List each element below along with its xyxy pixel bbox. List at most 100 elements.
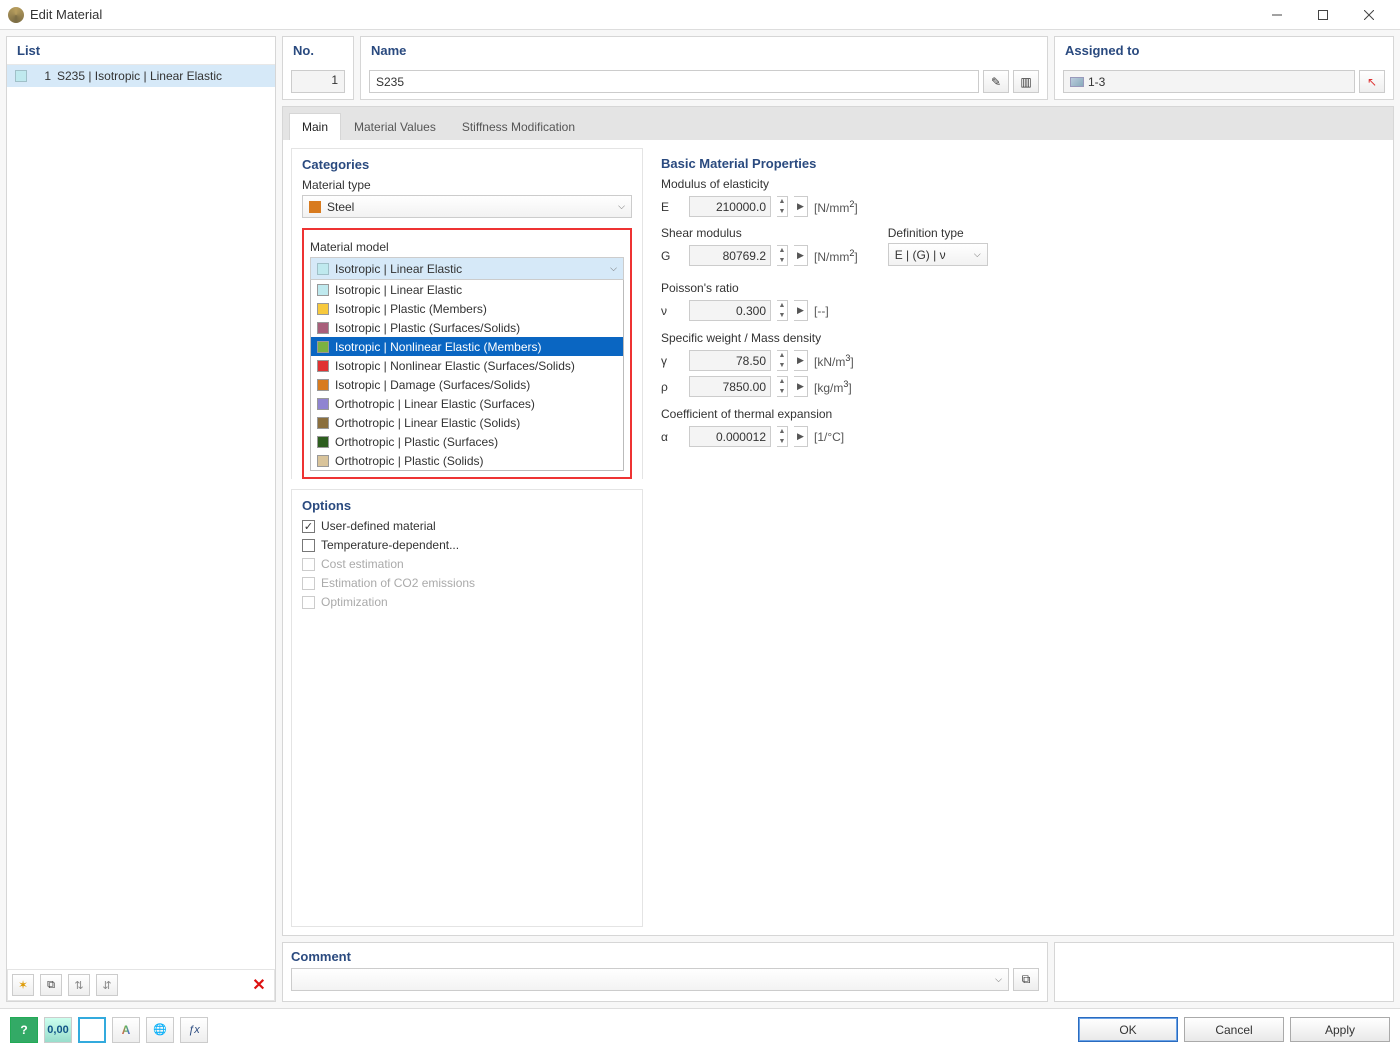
comment-panel: Comment ⌵ ⧉ [282,942,1048,1002]
model-option[interactable]: Orthotropic | Linear Elastic (Surfaces) [311,394,623,413]
e-spinner[interactable]: ▲▼ [777,196,788,217]
comment-input[interactable]: ⌵ [291,968,1009,991]
model-option[interactable]: Orthotropic | Plastic (Solids) [311,451,623,470]
material-model-label: Material model [310,240,624,254]
cancel-button[interactable]: Cancel [1184,1017,1284,1042]
text-button[interactable]: A [112,1017,140,1043]
material-model-dropdown[interactable]: Isotropic | Linear Elastic ⌵ [310,257,624,280]
alpha-spinner[interactable]: ▲▼ [777,426,788,447]
def-type-label: Definition type [888,226,988,240]
duplicate-button[interactable]: ⧉ [40,974,62,996]
gamma-input[interactable] [689,350,771,371]
list-item[interactable]: 1 S235 | Isotropic | Linear Elastic [7,65,275,87]
e-symbol: E [661,200,683,214]
model-option[interactable]: Isotropic | Nonlinear Elastic (Members) [311,337,623,356]
g-unit: [N/mm2] [814,248,858,264]
g-symbol: G [661,249,683,263]
e-menu-button[interactable]: ▶ [794,196,808,217]
name-panel: Name ✎ ▥ [360,36,1048,100]
apply-button[interactable]: Apply [1290,1017,1390,1042]
gamma-spinner[interactable]: ▲▼ [777,350,788,371]
properties-group: Basic Material Properties Modulus of ela… [651,148,1385,460]
help-button[interactable]: ? [10,1017,38,1043]
list-item-label: S235 | Isotropic | Linear Elastic [57,69,222,83]
alpha-symbol: α [661,430,683,444]
titlebar: Edit Material [0,0,1400,30]
option-co2: Estimation of CO2 emissions [302,576,632,590]
tab-panel: Main Material Values Stiffness Modificat… [282,106,1394,936]
comment-header: Comment [291,949,1039,968]
nu-spinner[interactable]: ▲▼ [777,300,788,321]
chevron-down-icon: ⌵ [974,249,981,260]
ok-button[interactable]: OK [1078,1017,1178,1042]
delete-button[interactable]: ✕ [248,974,270,996]
nu-unit: [--] [814,304,829,318]
g-label: Shear modulus [661,226,858,240]
name-input[interactable] [369,70,979,93]
chevron-down-icon: ⌵ [995,974,1002,985]
chevron-down-icon: ⌵ [610,263,617,274]
maximize-button[interactable] [1300,0,1346,30]
nu-input[interactable] [689,300,771,321]
list-toolbar: ✶ ⧉ ⇅ ⇵ ✕ [7,969,275,1001]
material-model-highlight: Material model Isotropic | Linear Elasti… [302,228,632,479]
assigned-value: 1-3 [1088,75,1105,89]
model-option[interactable]: Isotropic | Linear Elastic [311,280,623,299]
g-menu-button[interactable]: ▶ [794,245,808,266]
rho-unit: [kg/m3] [814,379,852,395]
fx-button[interactable]: ƒx [180,1017,208,1043]
new-item-button[interactable]: ✶ [12,974,34,996]
no-value: 1 [291,70,345,93]
tab-main[interactable]: Main [289,113,341,140]
rho-spinner[interactable]: ▲▼ [777,376,788,397]
sort-desc-button[interactable]: ⇵ [96,974,118,996]
nu-symbol: ν [661,304,683,318]
comment-library-button[interactable]: ⧉ [1013,968,1039,991]
gamma-symbol: γ [661,354,683,368]
material-type-dropdown[interactable]: Steel ⌵ [302,195,632,218]
material-model-list: Isotropic | Linear Elastic Isotropic | P… [310,280,624,471]
pick-assigned-button[interactable]: ↖ [1359,70,1385,93]
alpha-menu-button[interactable]: ▶ [794,426,808,447]
gamma-menu-button[interactable]: ▶ [794,350,808,371]
model-option[interactable]: Orthotropic | Linear Elastic (Solids) [311,413,623,432]
def-type-dropdown[interactable]: E | (G) | ν⌵ [888,243,988,266]
material-type-label: Material type [302,178,632,192]
categories-header: Categories [302,157,632,172]
model-option[interactable]: Isotropic | Plastic (Members) [311,299,623,318]
option-temperature[interactable]: Temperature-dependent... [302,538,632,552]
nu-menu-button[interactable]: ▶ [794,300,808,321]
tab-material-values[interactable]: Material Values [341,113,449,140]
model-option[interactable]: Isotropic | Plastic (Surfaces/Solids) [311,318,623,337]
rho-symbol: ρ [661,380,683,394]
model-option[interactable]: Isotropic | Damage (Surfaces/Solids) [311,375,623,394]
g-input[interactable] [689,245,771,266]
alpha-input[interactable] [689,426,771,447]
view-button[interactable] [78,1017,106,1043]
globe-button[interactable]: 🌐 [146,1017,174,1043]
no-panel: No. 1 [282,36,354,100]
sort-asc-button[interactable]: ⇅ [68,974,90,996]
categories-group: Categories Material type Steel ⌵ Materia… [291,148,643,479]
assigned-panel: Assigned to 1-3 ↖ [1054,36,1394,100]
chevron-down-icon: ⌵ [618,201,625,212]
e-input[interactable] [689,196,771,217]
close-button[interactable] [1346,0,1392,30]
options-header: Options [302,498,632,513]
rho-menu-button[interactable]: ▶ [794,376,808,397]
library-button[interactable]: ▥ [1013,70,1039,93]
model-option[interactable]: Isotropic | Nonlinear Elastic (Surfaces/… [311,356,623,375]
minimize-button[interactable] [1254,0,1300,30]
gamma-unit: [kN/m3] [814,353,854,369]
model-option[interactable]: Orthotropic | Plastic (Surfaces) [311,432,623,451]
option-user-defined[interactable]: User-defined material [302,519,632,533]
g-spinner[interactable]: ▲▼ [777,245,788,266]
no-header: No. [283,37,353,64]
tab-stiffness-modification[interactable]: Stiffness Modification [449,113,588,140]
options-group: Options User-defined material Temperatur… [291,489,643,927]
list-item-number: 1 [33,69,51,83]
model-swatch [317,263,329,275]
units-button[interactable]: 0,00 [44,1017,72,1043]
rho-input[interactable] [689,376,771,397]
edit-name-button[interactable]: ✎ [983,70,1009,93]
